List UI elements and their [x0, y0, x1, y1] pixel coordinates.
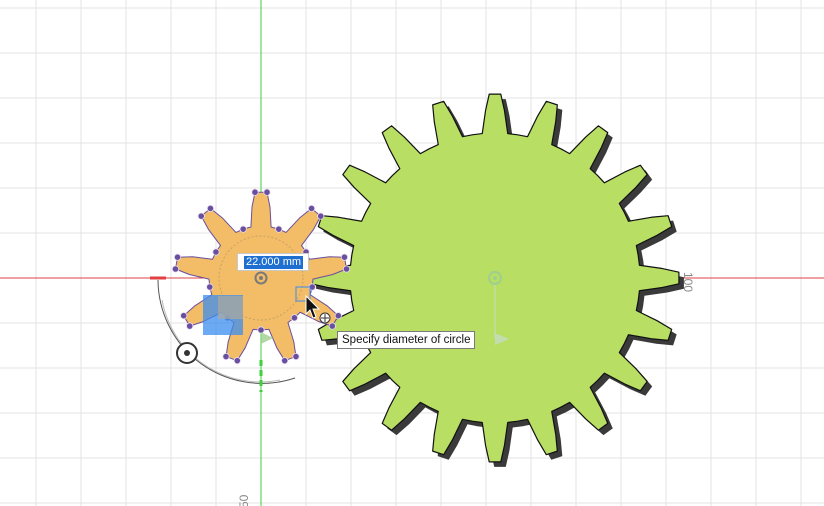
dimension-drag-handle[interactable]	[176, 342, 198, 364]
constraint-point[interactable]	[290, 314, 299, 322]
sketch-canvas[interactable]: 100 50	[0, 0, 824, 506]
constraint-point[interactable]	[212, 248, 220, 256]
small-gear-center-dot	[259, 276, 263, 280]
selection-box-inner	[218, 296, 243, 319]
diameter-input-field[interactable]: 22.000 mm	[237, 253, 309, 271]
constraint-point[interactable]	[173, 253, 182, 261]
constraint-point[interactable]	[186, 322, 194, 330]
large-gear-center-dot	[493, 276, 497, 280]
constraint-point[interactable]	[342, 265, 351, 273]
tooltip: Specify diameter of circle	[337, 331, 476, 349]
constraint-point[interactable]	[180, 312, 188, 320]
constraint-point[interactable]	[292, 352, 300, 361]
y-axis-tick-label: 50	[237, 494, 251, 506]
constraint-point[interactable]	[239, 225, 247, 233]
constraint-point[interactable]	[197, 212, 205, 220]
constraint-point[interactable]	[328, 322, 336, 330]
constraint-point[interactable]	[275, 225, 283, 233]
large-gear[interactable]	[310, 93, 684, 467]
constraint-point[interactable]	[222, 352, 230, 361]
constraint-point[interactable]	[206, 283, 214, 291]
x-axis-tick-label: 100	[681, 272, 695, 292]
constraint-point[interactable]	[340, 253, 349, 261]
constraint-point[interactable]	[317, 212, 325, 220]
constraint-point[interactable]	[206, 204, 215, 213]
constraint-point[interactable]	[233, 357, 241, 365]
constraint-point[interactable]	[281, 357, 289, 365]
constraint-point[interactable]	[307, 204, 316, 213]
constraint-point[interactable]	[334, 312, 342, 320]
constraint-point[interactable]	[263, 188, 271, 196]
diameter-input-value[interactable]: 22.000 mm	[244, 256, 304, 269]
constraint-point[interactable]	[171, 265, 180, 273]
constraint-point[interactable]	[251, 188, 259, 196]
